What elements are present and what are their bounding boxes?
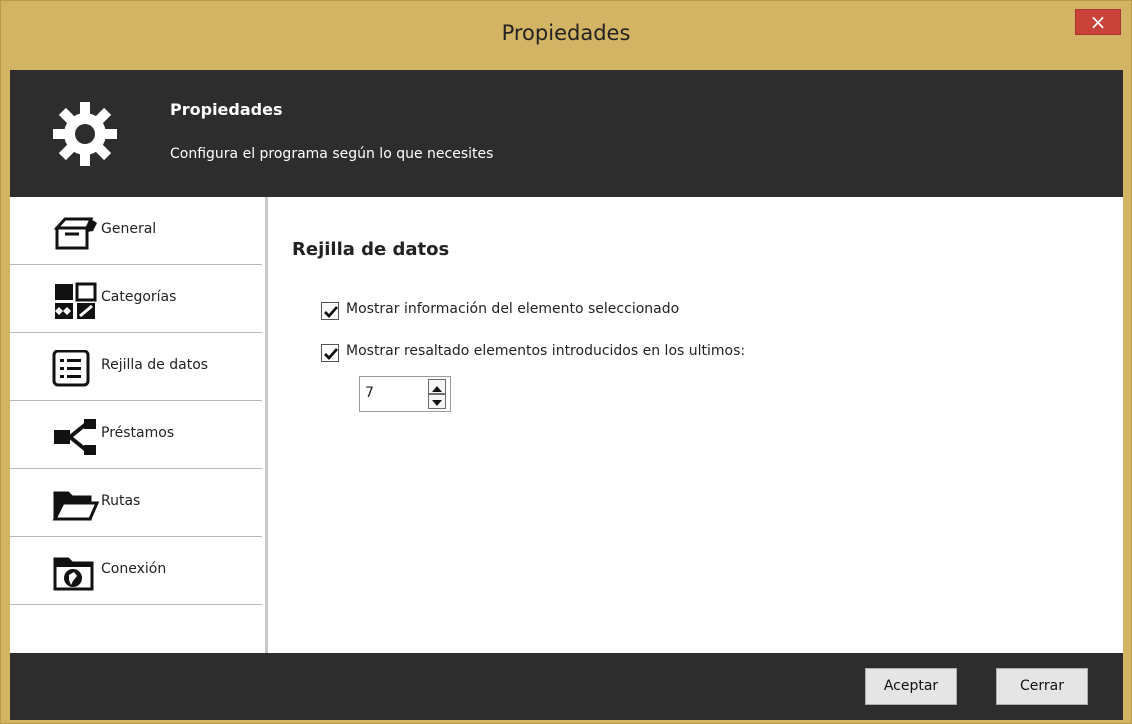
folder-icon <box>52 491 100 521</box>
checkmark-icon <box>324 348 339 360</box>
window-title: Propiedades <box>501 21 631 45</box>
footer-bar: Aceptar Cerrar <box>10 653 1123 720</box>
sidebar-item-rutas[interactable]: Rutas <box>10 469 262 537</box>
globe-folder-icon <box>53 557 94 591</box>
checkbox-label: Mostrar información del elemento selecci… <box>346 301 680 317</box>
box-icon <box>53 217 97 250</box>
list-icon <box>52 350 90 387</box>
sidebar-item-label: Rutas <box>101 493 141 509</box>
checkbox-label: Mostrar resaltado elementos introducidos… <box>346 343 746 359</box>
categories-icon <box>55 282 97 319</box>
header-banner: Propiedades Configura el programa según … <box>10 70 1123 197</box>
close-window-button[interactable]: × <box>1075 9 1121 35</box>
days-value[interactable]: 7 <box>365 385 374 401</box>
sidebar-item-categorias[interactable]: Categorías <box>10 265 262 333</box>
days-spinbox[interactable]: 7 <box>359 376 451 412</box>
sidebar-item-conexion[interactable]: Conexión <box>10 537 262 605</box>
title-bar[interactable]: Propiedades × <box>1 1 1131 71</box>
sidebar-item-label: Categorías <box>101 289 177 305</box>
gear-icon <box>53 102 117 166</box>
arrow-down-icon <box>432 400 442 406</box>
highlight-recent-checkbox[interactable] <box>321 344 339 362</box>
sidebar-item-label: Rejilla de datos <box>101 357 209 373</box>
share-icon <box>54 419 96 455</box>
header-title: Propiedades <box>170 100 283 119</box>
sidebar-item-rejilla-de-datos[interactable]: Rejilla de datos <box>10 333 262 401</box>
sidebar-item-label: Conexión <box>101 561 167 577</box>
sidebar-item-prestamos[interactable]: Préstamos <box>10 401 262 469</box>
sidebar-item-label: Préstamos <box>101 425 175 441</box>
increase-days-button[interactable] <box>428 379 446 394</box>
show-selected-info-checkbox[interactable] <box>321 302 339 320</box>
settings-sidebar: General Categorías Rejilla de datos Prés… <box>10 197 268 653</box>
close-button[interactable]: Cerrar <box>996 668 1088 705</box>
sidebar-item-general[interactable]: General <box>10 197 262 265</box>
sidebar-item-label: General <box>101 221 157 237</box>
checkmark-icon <box>324 306 339 318</box>
properties-window: Propiedades × Propiedades Configura el p… <box>0 0 1132 724</box>
settings-content: Rejilla de datos Mostrar información del… <box>268 197 1123 653</box>
header-subtitle: Configura el programa según lo que neces… <box>170 146 494 162</box>
decrease-days-button[interactable] <box>428 394 446 409</box>
client-area: Propiedades Configura el programa según … <box>10 70 1123 720</box>
section-title: Rejilla de datos <box>292 239 450 260</box>
accept-button[interactable]: Aceptar <box>865 668 957 705</box>
